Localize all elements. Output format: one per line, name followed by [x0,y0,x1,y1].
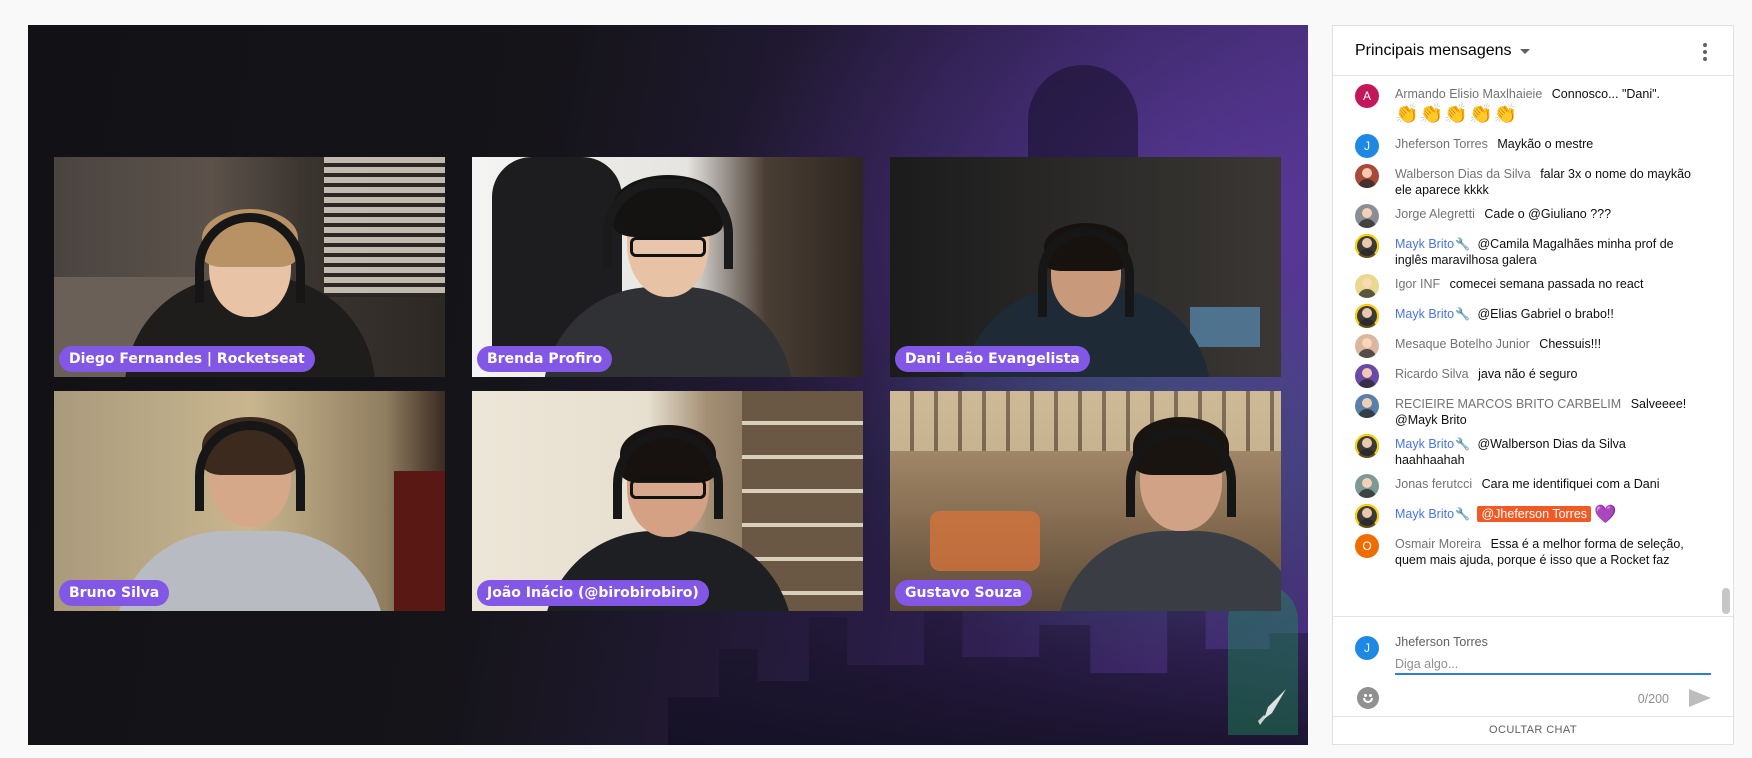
avatar[interactable] [1355,204,1379,228]
avatar: J [1355,636,1379,660]
character-counter: 0/200 [1637,692,1669,706]
participant-name: Gustavo Souza [895,580,1032,606]
avatar[interactable]: J [1355,134,1379,158]
emoji-picker-icon[interactable] [1357,687,1379,709]
wrench-icon: 🔧 [1455,437,1470,451]
avatar[interactable] [1355,504,1379,528]
participant-name: Diego Fernandes | Rocketseat [59,346,315,372]
wrench-icon: 🔧 [1455,507,1470,521]
chat-message: Mayk Brito🔧 @Elias Gabriel o brabo!! [1333,300,1733,330]
avatar[interactable]: A [1355,84,1379,108]
message-author[interactable]: Igor INF [1395,277,1440,291]
participant-tile: Bruno Silva [54,391,445,611]
chat-message: Jonas ferutcci Cara me identifiquei com … [1333,470,1733,500]
avatar[interactable] [1355,434,1379,458]
chat-message: RECIEIRE MARCOS BRITO CARBELIM Salveeee!… [1333,390,1733,430]
avatar[interactable] [1355,394,1379,418]
avatar[interactable] [1355,474,1379,498]
chat-composer: J Jheferson Torres 0/200 [1333,616,1733,716]
rocketseat-logo-icon [1258,689,1286,725]
chat-title: Principais mensagens [1355,41,1512,59]
avatar[interactable] [1355,304,1379,328]
wrench-icon: 🔧 [1455,237,1470,251]
message-text: Maykão o mestre [1497,137,1594,151]
participant-tile: Diego Fernandes | Rocketseat [54,157,445,377]
chat-message: Ricardo Silva java não é seguro [1333,360,1733,390]
participant-name: Dani Leão Evangelista [895,346,1090,372]
message-author[interactable]: Mesaque Botelho Junior [1395,337,1530,351]
participant-name: João Inácio (@birobirobiro) [477,580,709,606]
participant-name: Bruno Silva [59,580,170,606]
mention-highlight[interactable]: @Jheferson Torres [1477,506,1592,522]
chat-message: Mayk Brito🔧 @Camila Magalhães minha prof… [1333,230,1733,270]
avatar[interactable]: O [1355,534,1379,558]
message-text: java não é seguro [1478,367,1578,381]
wrench-icon: 🔧 [1455,307,1470,321]
chat-message: J Jheferson Torres Maykão o mestre [1333,130,1733,160]
moderator-author[interactable]: Mayk Brito [1395,307,1454,321]
message-author[interactable]: Walberson Dias da Silva [1395,167,1531,181]
participant-name: Brenda Profiro [477,346,613,372]
message-author[interactable]: Jonas ferutcci [1395,477,1472,491]
participant-tile: Dani Leão Evangelista [890,157,1281,377]
message-text: Cara me identifiquei com a Dani [1481,477,1660,491]
message-author[interactable]: Osmair Moreira [1395,537,1481,551]
message-text: Chessuis!!! [1539,337,1602,351]
message-author[interactable]: Jheferson Torres [1395,137,1488,151]
chat-message: O Osmair Moreira Essa é a melhor forma d… [1333,530,1733,570]
message-author[interactable]: RECIEIRE MARCOS BRITO CARBELIM [1395,397,1621,411]
clapping-emojis: 👏👏👏👏👏 [1395,104,1519,125]
avatar[interactable] [1355,164,1379,188]
more-options-icon[interactable] [1703,43,1707,61]
send-icon[interactable] [1689,689,1711,707]
chat-message: Igor INF comecei semana passada no react [1333,270,1733,300]
avatar[interactable] [1355,364,1379,388]
chat-mode-dropdown[interactable]: Principais mensagens [1355,42,1530,60]
chat-message: Mayk Brito🔧 @Jheferson Torres 💜 [1333,500,1733,530]
message-author[interactable]: Jorge Alegretti [1395,207,1475,221]
purple-heart-icon: 💜 [1594,504,1617,524]
message-text: Connosco... "Dani". [1551,87,1661,101]
participant-tile: Gustavo Souza [890,391,1281,611]
participant-tile: João Inácio (@birobirobiro) [472,391,863,611]
chat-messages: A Armando Elisio Maxlhaieie Connosco... … [1333,76,1733,616]
chat-message-input[interactable] [1395,655,1711,675]
chat-message: A Armando Elisio Maxlhaieie Connosco... … [1333,80,1733,130]
chat-message: Walberson Dias da Silva falar 3x o nome … [1333,160,1733,200]
moderator-author[interactable]: Mayk Brito [1395,507,1454,521]
chat-scrollbar[interactable] [1722,588,1730,614]
moderator-author[interactable]: Mayk Brito [1395,437,1454,451]
moderator-author[interactable]: Mayk Brito [1395,237,1454,251]
live-chat-panel: Principais mensagens A Armando Elisio Ma… [1332,25,1734,745]
hide-chat-button[interactable]: OCULTAR CHAT [1333,716,1733,744]
participant-tile: Brenda Profiro [472,157,863,377]
avatar[interactable] [1355,274,1379,298]
message-author[interactable]: Ricardo Silva [1395,367,1469,381]
chat-message: Mayk Brito🔧 @Walberson Dias da Silva haa… [1333,430,1733,470]
message-text: Cade o @Giuliano ??? [1484,207,1612,221]
message-author[interactable]: Armando Elisio Maxlhaieie [1395,87,1542,101]
avatar[interactable] [1355,234,1379,258]
message-text: comecei semana passada no react [1449,277,1644,291]
chevron-down-icon [1519,49,1530,54]
chat-header: Principais mensagens [1333,26,1733,76]
chat-message: Jorge Alegretti Cade o @Giuliano ??? [1333,200,1733,230]
video-stage: Diego Fernandes | Rocketseat Brenda Prof… [28,25,1308,745]
composer-user-name: Jheferson Torres [1395,635,1488,649]
message-text: @Elias Gabriel o brabo!! [1477,307,1614,321]
chat-message: Mesaque Botelho Junior Chessuis!!! [1333,330,1733,360]
avatar[interactable] [1355,334,1379,358]
